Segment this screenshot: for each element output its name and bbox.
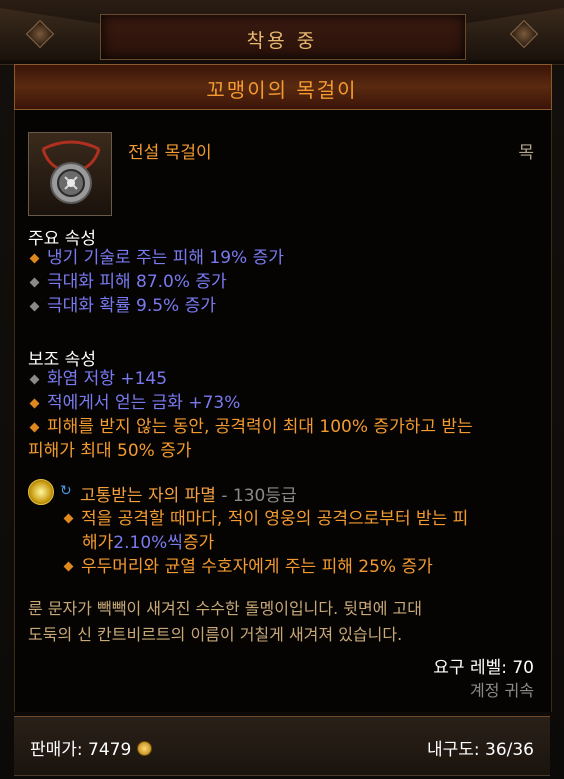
flavor-text: 룬 문자가 빽빽이 새겨진 수수한 돌멩이입니다. 뒷면에 고대 도둑의 신 칸…: [28, 596, 538, 648]
gem-effect-text: 해가: [82, 533, 114, 553]
required-level: 요구 레벨: 70: [433, 658, 534, 678]
sell-value-text: 판매가: 7479: [30, 740, 132, 760]
primary-stat: 극대화 확률 9.5% 증가: [28, 295, 216, 318]
sell-value: 판매가: 7479: [30, 735, 153, 760]
item-icon-frame: [28, 132, 112, 216]
primary-attributes-title: 주요 속성: [28, 229, 96, 249]
secondary-attributes-title: 보조 속성: [28, 350, 96, 370]
flavor-line: 룬 문자가 빽빽이 새겨진 수수한 돌멩이입니다. 뒷면에 고대: [28, 599, 422, 618]
item-slot: 목: [518, 143, 534, 163]
gem-effect-text: 적을 공격할 때마다, 적이 영웅의 공격으로부터 받는 피: [81, 509, 469, 529]
bullet-icon: [29, 253, 40, 264]
gem-effect: 우두머리와 균열 수호자에게 주는 피해 25% 증가: [62, 555, 433, 579]
gem-effect-text: 우두머리와 균열 수호자에게 주는 피해 25% 증가: [81, 557, 433, 577]
secondary-stat-continued: 피해가 최대 50% 증가: [28, 440, 191, 463]
item-name: 꼬맹이의 목걸이: [206, 78, 358, 102]
gem-effect: 적을 공격할 때마다, 적이 영웅의 공격으로부터 받는 피: [62, 507, 468, 531]
gem-name-text: 고통받는 자의 파멸: [80, 486, 216, 506]
stat-text: 적에게서 얻는 금화 +73%: [47, 393, 241, 413]
amulet-icon: [41, 140, 101, 204]
gold-coin-icon: [137, 741, 153, 756]
primary-stat: 냉기 기술로 주는 피해 19% 증가: [28, 247, 284, 270]
gem-rank: - 130등급: [215, 486, 297, 506]
gem-effect-continued: 해가 2.10%씩 증가: [82, 531, 214, 555]
item-type: 전설 목걸이: [128, 143, 212, 163]
legendary-gem-name: 고통받는 자의 파멸 - 130등급: [80, 481, 297, 506]
secondary-stat: 피해를 받지 않는 동안, 공격력이 최대 100% 증가하고 받는: [28, 416, 473, 439]
equipped-label: 착용 중: [246, 30, 318, 52]
stat-text: 피해가 최대 50% 증가: [28, 441, 192, 461]
secondary-stat: 적에게서 얻는 금화 +73%: [28, 392, 240, 415]
durability: 내구도: 36/36: [426, 740, 534, 760]
stat-text: 냉기 기술로 주는 피해 19% 증가: [47, 248, 284, 268]
stat-text: 극대화 피해 87.0% 증가: [47, 272, 227, 292]
bullet-icon: [29, 374, 40, 385]
bullet-icon: [29, 277, 40, 288]
stat-text: 극대화 확률 9.5% 증가: [47, 296, 216, 316]
secondary-stat: 화염 저항 +145: [28, 368, 167, 391]
rank-swirl-icon: ↻: [60, 483, 72, 499]
flavor-line: 도둑의 신 칸트비르트의 이름이 거칠게 새겨져 있습니다.: [28, 625, 403, 644]
bullet-icon: [29, 398, 40, 409]
primary-stat: 극대화 피해 87.0% 증가: [28, 271, 227, 294]
legendary-gem-icon: [28, 479, 54, 505]
bullet-icon: [29, 422, 40, 433]
stat-text: 피해를 받지 않는 동안, 공격력이 최대 100% 증가하고 받는: [47, 417, 473, 437]
bullet-icon: [63, 561, 74, 572]
stat-text: 화염 저항 +145: [47, 369, 168, 389]
account-bound: 계정 귀속: [470, 681, 534, 700]
bullet-icon: [29, 301, 40, 312]
gem-effect-text: 증가: [182, 533, 215, 553]
bullet-icon: [63, 513, 74, 524]
gem-effect-value: 2.10%씩: [113, 533, 183, 553]
